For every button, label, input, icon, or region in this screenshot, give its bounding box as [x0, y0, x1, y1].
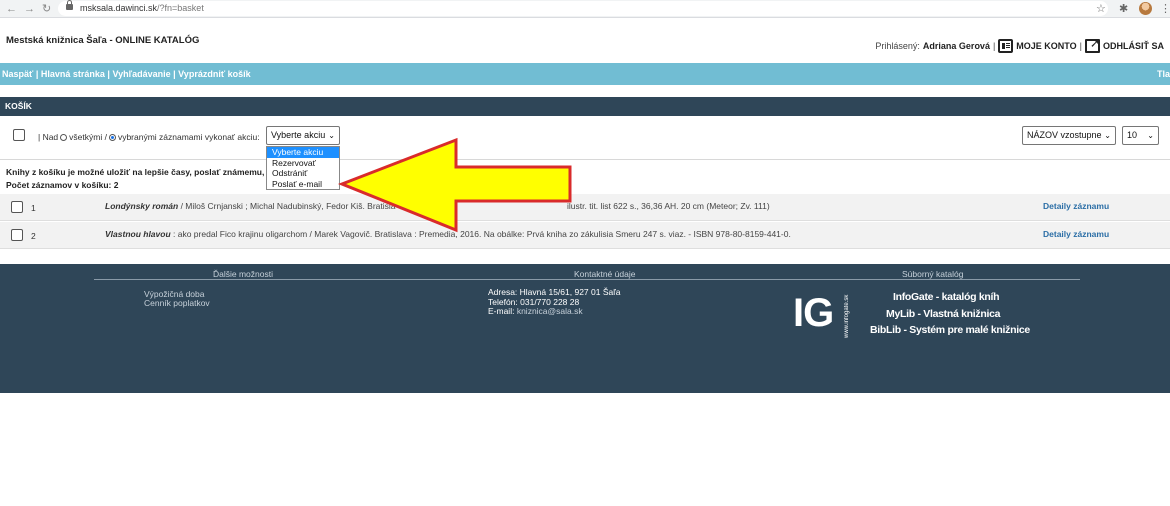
over-label: | Nad	[38, 132, 59, 142]
per-page-value: 10	[1127, 130, 1138, 140]
chevron-down-icon: ⌄	[1147, 131, 1154, 140]
menu-dots-icon[interactable]: ⋮	[1160, 2, 1170, 16]
divider: |	[992, 41, 996, 51]
footer-divider	[94, 279, 1080, 280]
select-all-checkbox[interactable]	[13, 129, 25, 141]
basket-info: Knihy z košíku je možné uložiť na lepšie…	[6, 166, 271, 192]
logout-link[interactable]: ODHLÁSIŤ SA	[1103, 41, 1164, 51]
option-choose-action[interactable]: Vyberte akciu	[267, 147, 339, 158]
extensions-icon[interactable]: ✱	[1119, 2, 1128, 16]
my-account-link[interactable]: MOJE KONTO	[1016, 41, 1076, 51]
infogate-logo-url: www.infogate.sk	[844, 294, 850, 338]
nav-back-link[interactable]: Naspäť	[2, 69, 33, 79]
address-bar[interactable]: msksala.dawinci.sk/?fn=basket	[58, 1, 1108, 16]
user-bar: Prihlásený: Adriana Gerová | MOJE KONTO …	[875, 36, 1164, 54]
selected-records-radio[interactable]	[108, 133, 116, 141]
basket-info-text: Knihy z košíku je možné uložiť na lepšie…	[6, 167, 272, 177]
record-description: Vlastnou hlavou : ako predal Fico krajin…	[105, 229, 791, 239]
nav-print-link[interactable]: Tla	[1157, 69, 1170, 79]
all-records-radio[interactable]	[60, 133, 68, 141]
row-checkbox[interactable]	[11, 201, 23, 213]
contact-email-link[interactable]: kniznica@sala.sk	[517, 306, 583, 316]
record-detail-link[interactable]: Detaily záznamu	[1043, 201, 1109, 211]
row-number: 2	[31, 231, 36, 241]
back-arrow-icon[interactable]: ←	[6, 2, 17, 16]
page-title: Mestská knižnica Šaľa - ONLINE KATALÓG	[6, 35, 200, 46]
option-send-email[interactable]: Poslať e-mail	[267, 179, 339, 190]
action-select[interactable]: Vyberte akciu ⌄	[266, 126, 340, 145]
record-description: Londýnsky román / Miloš Crnjanski ; Mich…	[105, 201, 396, 211]
product-infogate[interactable]: InfoGate - katalóg kníh	[893, 291, 1000, 303]
logged-label: Prihlásený:	[875, 41, 920, 51]
footer-heading-more: Ďalšie možnosti	[213, 269, 273, 279]
product-mylib[interactable]: MyLib - Vlastná knižnica	[886, 308, 1000, 320]
nav-search-link[interactable]: Vyhľadávanie	[112, 69, 170, 79]
contact-block: Adresa: Hlavná 15/61, 927 01 Šaľa Telefó…	[488, 287, 620, 317]
product-biblib[interactable]: BibLib - Systém pre malé knižnice	[870, 324, 1030, 336]
account-icon[interactable]	[998, 39, 1014, 53]
footer-heading-contact: Kontaktné údaje	[574, 269, 636, 279]
nav-home-link[interactable]: Hlavná stránka	[41, 69, 105, 79]
reload-icon[interactable]: ↻	[42, 2, 51, 16]
lock-icon	[66, 0, 73, 10]
star-icon[interactable]: ☆	[1096, 2, 1106, 16]
infogate-logo: IG	[793, 291, 834, 335]
forward-arrow-icon[interactable]: →	[24, 2, 35, 16]
row-number: 1	[31, 203, 36, 213]
sort-select[interactable]: NÁZOV vzostupne ⌄	[1022, 126, 1116, 145]
record-title[interactable]: Vlastnou hlavou	[105, 229, 171, 239]
record-title[interactable]: Londýnsky román	[105, 201, 178, 211]
url-path: /?fn=basket	[157, 3, 204, 13]
action-dropdown-list: Vyberte akciu Rezervovať Odstrániť Posla…	[266, 146, 340, 190]
url-host: msksala.dawinci.sk	[80, 3, 158, 13]
selected-records-label: vybranými záznamami vykonať akciu:	[117, 132, 260, 142]
record-detail-link[interactable]: Detaily záznamu	[1043, 229, 1109, 239]
footer: Ďalšie možnosti Kontaktné údaje Súborný …	[0, 264, 1170, 393]
basket-header: KOŠÍK	[0, 97, 1170, 116]
divider: |	[1079, 41, 1082, 51]
footer-heading-catalog: Súborný katalóg	[902, 269, 964, 279]
option-remove[interactable]: Odstrániť	[267, 168, 339, 179]
row-checkbox[interactable]	[11, 229, 23, 241]
action-select-value: Vyberte akciu	[271, 130, 326, 140]
all-records-label: všetkými /	[69, 132, 107, 142]
record-rest: : ako predal Fico krajinu oligarchom / M…	[170, 229, 791, 239]
record-rest: / Miloš Crnjanski ; Michal Nadubinský, F…	[178, 201, 396, 211]
profile-avatar[interactable]	[1139, 2, 1152, 15]
nav-empty-basket-link[interactable]: Vyprázdniť košík	[178, 69, 251, 79]
option-reserve[interactable]: Rezervovať	[267, 158, 339, 169]
logout-icon[interactable]	[1084, 36, 1100, 53]
chevron-down-icon: ⌄	[328, 131, 335, 140]
table-row: 2 Vlastnou hlavou : ako predal Fico kraj…	[0, 222, 1170, 249]
table-row: 1 Londýnsky román / Miloš Crnjanski ; Mi…	[0, 194, 1170, 221]
nav-bar: Naspäť | Hlavná stránka | Vyhľadávanie |…	[0, 63, 1170, 85]
contact-email-label: E-mail:	[488, 306, 515, 316]
record-description-tail: ilustr. tit. list 622 s., 36,36 AH. 20 c…	[567, 201, 770, 211]
basket-action-row: | Nad všetkými / vybranými záznamami vyk…	[0, 116, 1170, 160]
browser-toolbar: ← → ↻ msksala.dawinci.sk/?fn=basket ☆ ✱ …	[0, 0, 1170, 18]
chevron-down-icon: ⌄	[1104, 131, 1111, 140]
user-name: Adriana Gerová	[922, 41, 990, 51]
sort-select-value: NÁZOV vzostupne	[1027, 130, 1102, 140]
basket-count: Počet záznamov v košíku: 2	[6, 180, 119, 190]
footer-link-fees[interactable]: Cenník poplatkov	[144, 298, 210, 308]
per-page-select[interactable]: 10 ⌄	[1122, 126, 1159, 145]
